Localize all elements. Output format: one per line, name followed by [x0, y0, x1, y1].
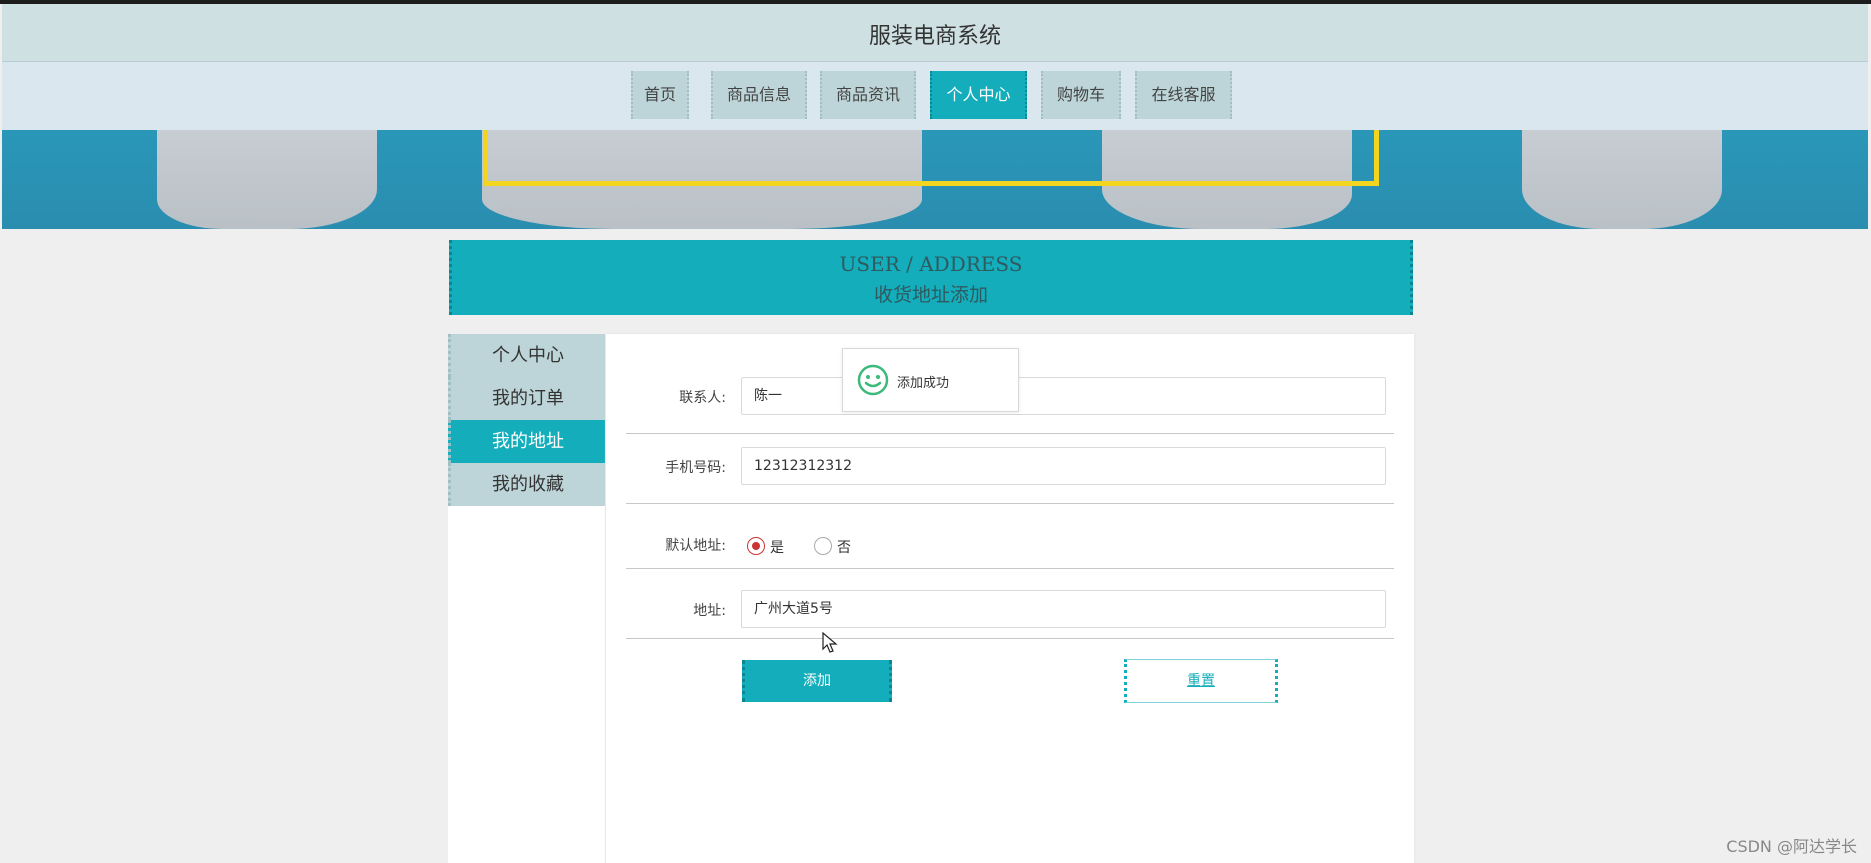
phone-input[interactable]: 12312312312: [741, 447, 1386, 485]
default-yes-radio[interactable]: [747, 537, 765, 555]
watermark: CSDN @阿达学长: [1726, 837, 1857, 856]
address-label: 地址:: [693, 603, 726, 619]
phone-label: 手机号码:: [665, 460, 726, 476]
mouse-cursor-icon: [822, 632, 838, 653]
address-row: 地址: 广州大道5号: [626, 590, 1394, 639]
site-title: 服装电商系统: [868, 24, 1001, 49]
address-input[interactable]: 广州大道5号: [741, 590, 1386, 628]
nav-item-products[interactable]: 商品信息: [711, 71, 807, 119]
nav-item-support[interactable]: 在线客服: [1135, 71, 1232, 119]
sidebar-item-addresses[interactable]: 我的地址: [448, 420, 605, 463]
success-toast: 添加成功: [842, 348, 1019, 412]
banner-image: [2, 130, 1868, 229]
nav-item-cart[interactable]: 购物车: [1041, 71, 1121, 119]
default-address-label: 默认地址:: [665, 538, 726, 554]
default-yes-label[interactable]: 是: [770, 537, 784, 557]
default-no-radio[interactable]: [814, 537, 832, 555]
address-form: 联系人: 陈一 手机号码: 12312312312 默认地址: 是 否 地址: …: [606, 334, 1414, 863]
banner-figure: [1522, 130, 1722, 229]
page-title: 收货地址添加: [873, 284, 988, 306]
page-title-box: USER / ADDRESS 收货地址添加: [449, 240, 1413, 315]
nav-item-home[interactable]: 首页: [631, 71, 689, 119]
nav-item-user-center[interactable]: 个人中心: [930, 71, 1027, 119]
reset-button[interactable]: 重置: [1124, 659, 1278, 703]
default-address-row: 默认地址: 是 否: [626, 510, 1394, 569]
sidebar-item-user-center[interactable]: 个人中心: [448, 334, 605, 377]
contact-input[interactable]: 陈一: [741, 377, 1386, 415]
banner-figure: [157, 130, 377, 229]
toast-message: 添加成功: [897, 376, 950, 391]
contact-label: 联系人:: [679, 390, 726, 406]
nav-item-news[interactable]: 商品资讯: [820, 71, 916, 119]
sidebar-item-orders[interactable]: 我的订单: [448, 377, 605, 420]
user-sidebar: 个人中心 我的订单 我的地址 我的收藏: [448, 334, 605, 863]
main-nav: 首页 商品信息 商品资讯 个人中心 购物车 在线客服: [2, 62, 1868, 130]
page-title-en: USER / ADDRESS: [839, 252, 1023, 276]
default-no-label[interactable]: 否: [837, 537, 851, 557]
add-button[interactable]: 添加: [742, 660, 892, 702]
sidebar-item-favorites[interactable]: 我的收藏: [448, 463, 605, 506]
phone-row: 手机号码: 12312312312: [626, 447, 1394, 504]
smile-icon: [857, 364, 889, 396]
banner-frame: [483, 130, 1379, 186]
site-header: 服装电商系统: [2, 4, 1868, 62]
